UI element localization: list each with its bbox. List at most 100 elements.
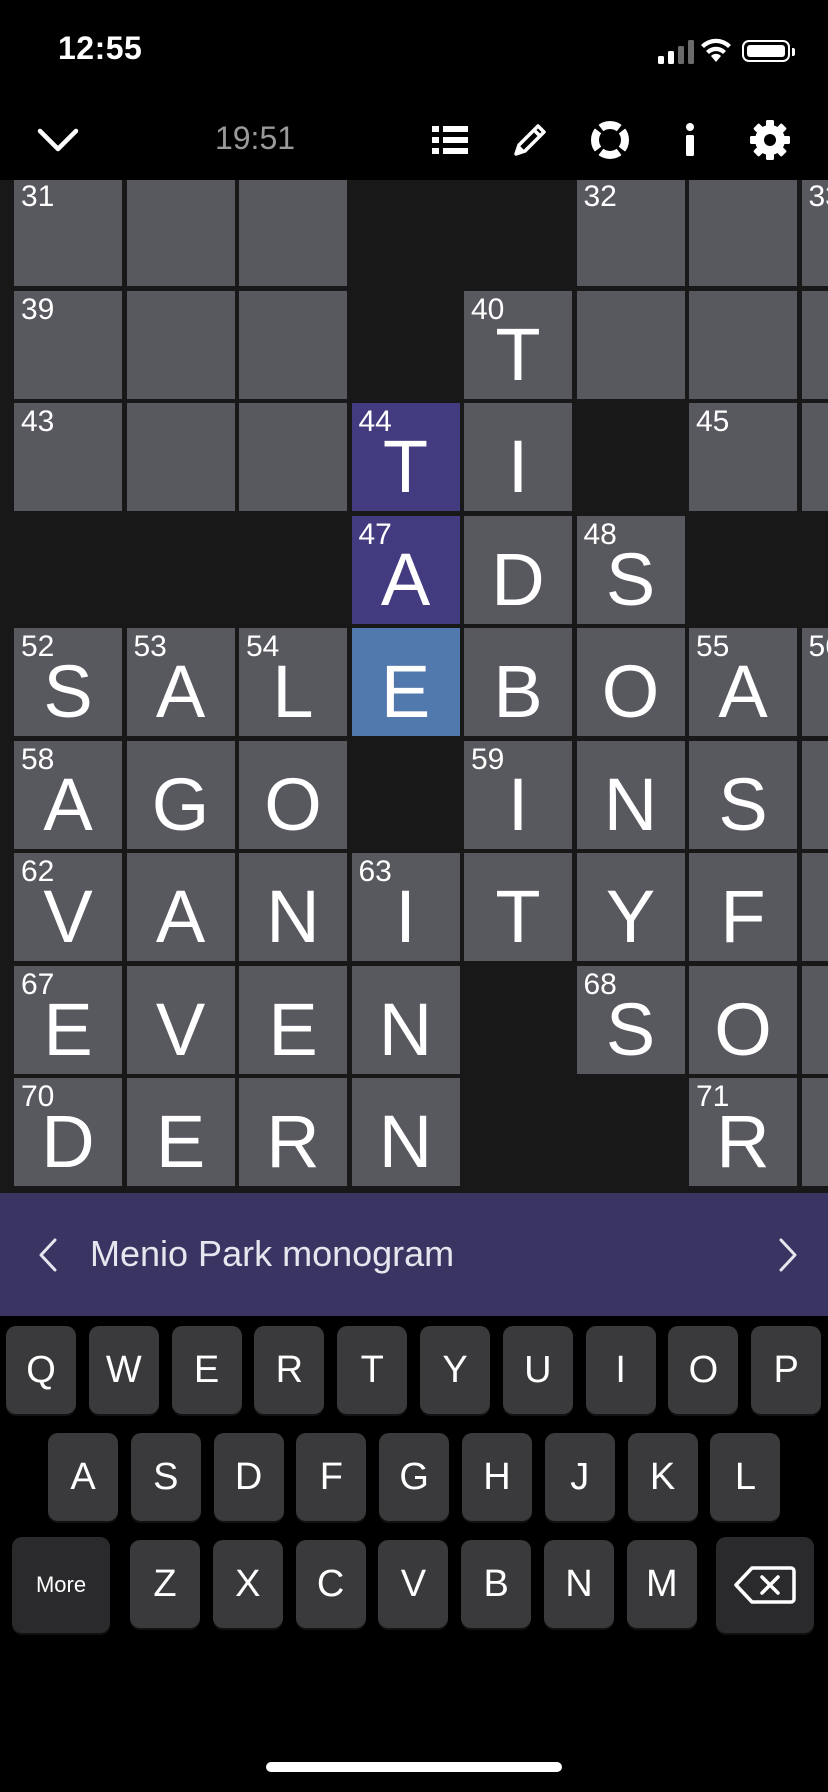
grid-cell[interactable]: 53 A <box>126 628 235 736</box>
grid-cell[interactable]: 59 I <box>464 740 572 849</box>
grid-cell[interactable]: G <box>126 740 235 849</box>
key-s[interactable]: S <box>130 1433 201 1521</box>
grid-cell[interactable]: 71 R <box>689 1078 797 1186</box>
grid-cell[interactable]: N <box>239 853 347 961</box>
grid-cell[interactable] <box>689 180 797 286</box>
grid-cell[interactable]: Y <box>576 853 685 961</box>
key-u[interactable]: U <box>502 1326 573 1414</box>
key-m[interactable]: M <box>626 1540 697 1628</box>
grid-cell[interactable]: S <box>689 740 797 849</box>
grid-cell[interactable]: 62 V <box>14 853 122 961</box>
key-w[interactable]: W <box>88 1326 159 1414</box>
key-d[interactable]: D <box>213 1433 284 1521</box>
grid-cell[interactable]: 33 <box>801 180 828 286</box>
grid-cell[interactable]: 32 <box>576 180 685 286</box>
grid-cell[interactable]: 52 S <box>14 628 122 736</box>
grid-cell[interactable]: N <box>576 740 685 849</box>
key-p[interactable]: P <box>751 1326 822 1414</box>
grid-cell[interactable] <box>576 290 685 399</box>
grid-cell[interactable]: O <box>239 740 347 849</box>
previous-clue-button[interactable] <box>28 1193 68 1316</box>
grid-cell[interactable]: 63 I <box>351 853 460 961</box>
grid-cell[interactable] <box>801 740 828 849</box>
grid-cell[interactable] <box>239 180 347 286</box>
grid-cell[interactable]: 55 A <box>689 628 797 736</box>
grid-cell[interactable]: N <box>351 1078 460 1186</box>
grid-cell[interactable]: O <box>576 628 685 736</box>
grid-cell[interactable] <box>126 180 235 286</box>
pencil-mode-button[interactable] <box>508 100 552 180</box>
grid-cell[interactable] <box>801 290 828 399</box>
clue-list-button[interactable] <box>428 100 472 180</box>
grid-cell[interactable]: B <box>464 628 572 736</box>
gear-icon <box>750 120 790 160</box>
grid-cell[interactable]: T <box>464 853 572 961</box>
key-k[interactable]: K <box>627 1433 698 1521</box>
grid-cell[interactable]: 67 E <box>14 965 122 1074</box>
key-h[interactable]: H <box>462 1433 532 1521</box>
grid-cell[interactable]: 56 <box>801 628 828 736</box>
grid-cell[interactable]: E <box>239 965 347 1074</box>
grid-cell[interactable] <box>801 965 828 1074</box>
grid-cell[interactable]: F <box>689 853 797 961</box>
backspace-key[interactable] <box>716 1537 814 1633</box>
grid-cell[interactable]: 45 <box>689 403 797 511</box>
key-e[interactable]: E <box>171 1326 242 1414</box>
key-n[interactable]: N <box>544 1540 614 1628</box>
grid-cell[interactable]: 68 S <box>576 965 685 1074</box>
grid-cell[interactable] <box>801 403 828 511</box>
key-x[interactable]: X <box>212 1540 283 1628</box>
grid-cell[interactable]: I <box>464 403 572 511</box>
grid-cell[interactable]: 40 T <box>464 290 572 399</box>
grid-cell[interactable]: 47 A <box>351 515 460 624</box>
grid-cell[interactable]: O <box>689 965 797 1074</box>
key-c[interactable]: C <box>295 1540 366 1628</box>
key-f[interactable]: F <box>296 1433 367 1521</box>
key-z[interactable]: Z <box>130 1540 200 1628</box>
grid-cell[interactable]: 48 S <box>576 515 685 624</box>
cell-letter: R <box>716 1100 770 1183</box>
grid-cell[interactable] <box>126 403 235 511</box>
grid-cell[interactable] <box>689 290 797 399</box>
settings-button[interactable] <box>746 100 794 180</box>
key-i[interactable]: I <box>585 1326 656 1414</box>
grid-cell[interactable]: 43 <box>14 403 122 511</box>
key-v[interactable]: V <box>378 1540 449 1628</box>
key-q[interactable]: Q <box>6 1326 76 1414</box>
more-key[interactable]: More <box>12 1537 110 1633</box>
grid-cell[interactable]: 54 L <box>239 628 347 736</box>
help-button[interactable] <box>588 100 632 180</box>
key-y[interactable]: Y <box>420 1326 490 1414</box>
next-clue-button[interactable] <box>768 1193 808 1316</box>
grid-cell[interactable] <box>126 290 235 399</box>
key-r[interactable]: R <box>254 1326 325 1414</box>
grid-cell[interactable]: V <box>126 965 235 1074</box>
key-l[interactable]: L <box>710 1433 781 1521</box>
info-button[interactable] <box>668 100 712 180</box>
key-b[interactable]: B <box>461 1540 532 1628</box>
grid-cell[interactable]: 44 T <box>351 403 460 511</box>
key-a[interactable]: A <box>48 1433 118 1521</box>
grid-cell[interactable]: A <box>126 853 235 961</box>
grid-cell-selected[interactable]: E <box>351 628 460 736</box>
grid-cell[interactable] <box>801 1078 828 1186</box>
grid-cell[interactable]: E <box>126 1078 235 1186</box>
cell-letter: N <box>603 762 658 846</box>
grid-cell[interactable]: 39 <box>14 290 122 399</box>
grid-cell[interactable] <box>239 290 347 399</box>
key-j[interactable]: J <box>544 1433 615 1521</box>
collapse-button[interactable] <box>28 100 88 180</box>
cell-letter: E <box>43 987 93 1071</box>
clue-text[interactable]: Menio Park monogram <box>90 1233 454 1275</box>
grid-cell[interactable]: D <box>464 515 572 624</box>
grid-cell[interactable]: 58 A <box>14 740 122 849</box>
grid-cell[interactable] <box>239 403 347 511</box>
grid-cell[interactable]: N <box>351 965 460 1074</box>
key-g[interactable]: G <box>379 1433 450 1521</box>
grid-cell[interactable]: 70 D <box>14 1078 122 1186</box>
grid-cell[interactable]: R <box>239 1078 347 1186</box>
grid-cell[interactable] <box>801 853 828 961</box>
key-t[interactable]: T <box>337 1326 408 1414</box>
key-o[interactable]: O <box>668 1326 739 1414</box>
grid-cell[interactable]: 31 <box>14 180 122 286</box>
